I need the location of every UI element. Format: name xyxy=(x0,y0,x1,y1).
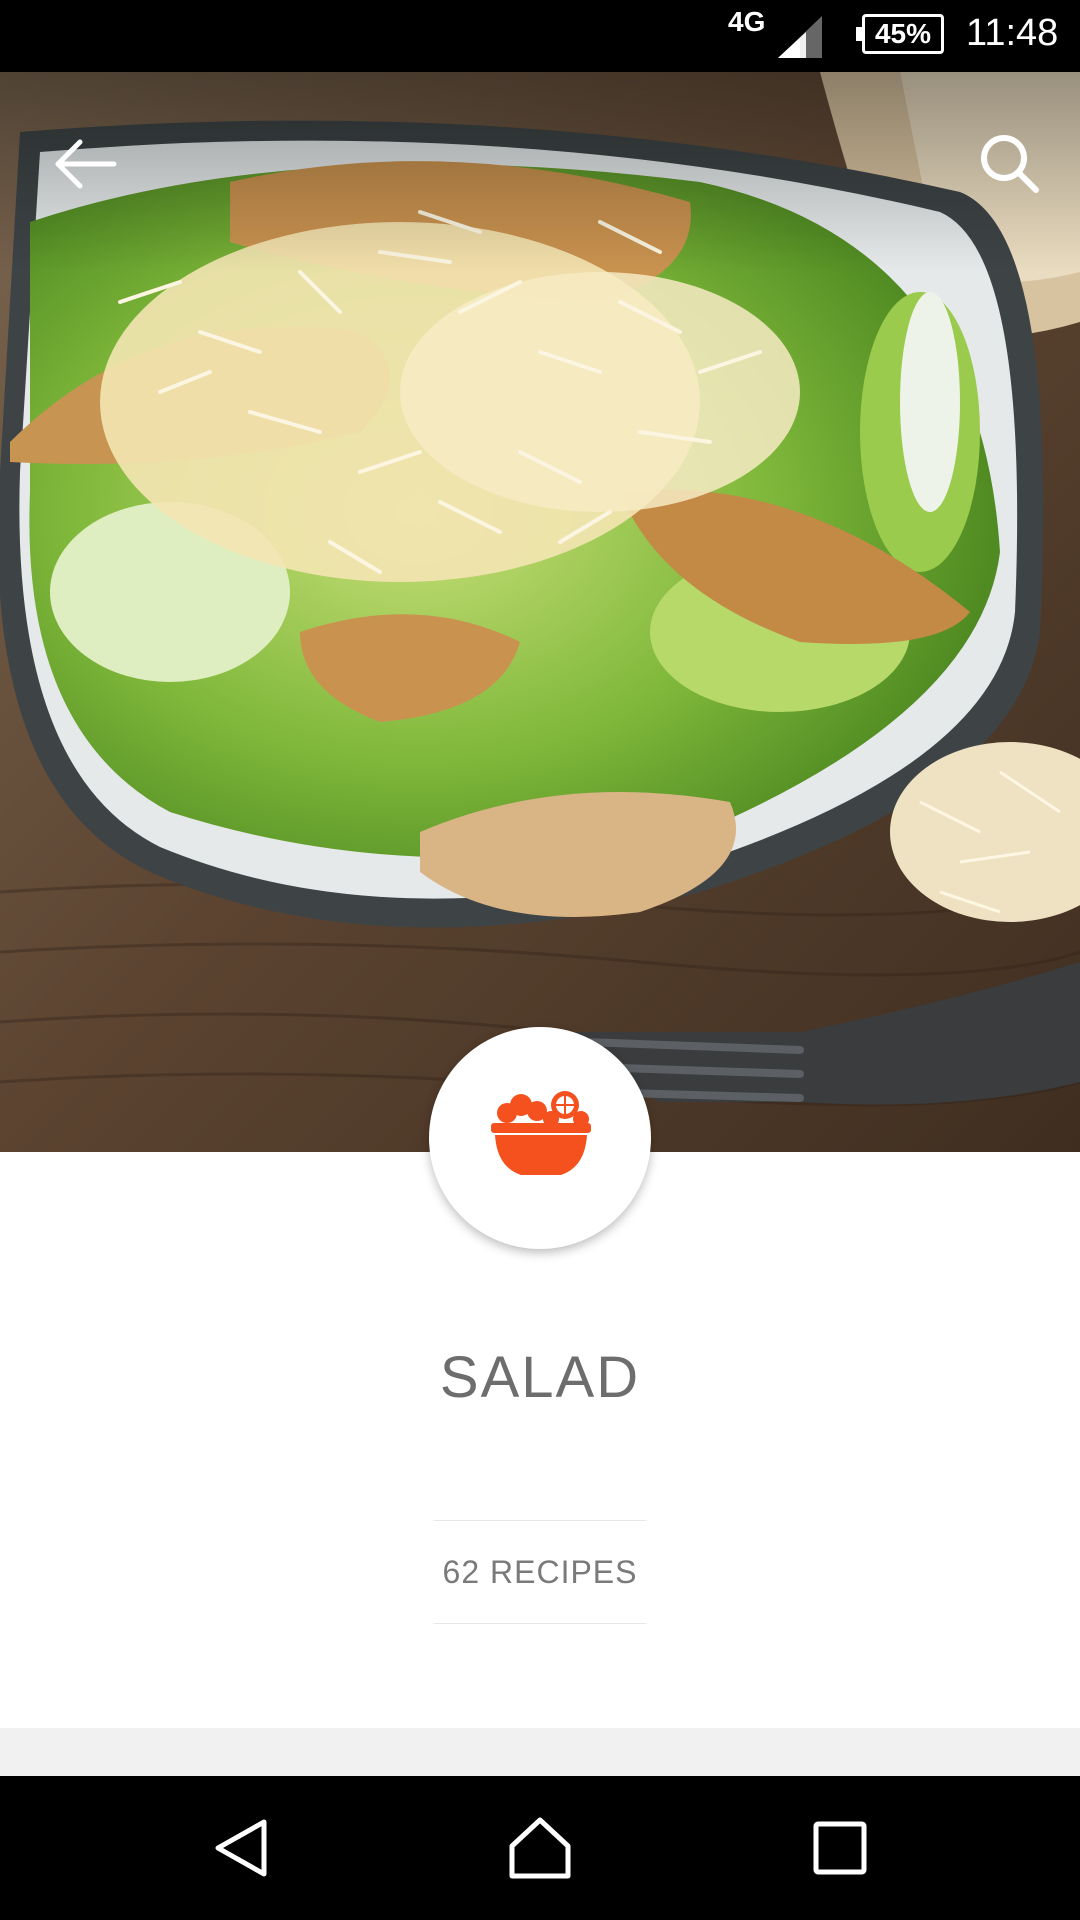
search-button[interactable] xyxy=(968,122,1052,206)
salad-bowl-icon xyxy=(491,1091,591,1175)
category-title: SALAD xyxy=(439,1345,641,1410)
content-divider xyxy=(0,1728,1080,1776)
system-navigation-bar xyxy=(0,1776,1080,1920)
status-bar: 4G 45% 11:48 xyxy=(0,0,1080,72)
salad-photo xyxy=(0,72,1080,1152)
back-button[interactable] xyxy=(42,122,126,206)
network-type: 4G xyxy=(728,6,766,37)
category-badge xyxy=(429,1027,651,1249)
clock: 11:48 xyxy=(966,12,1059,54)
nav-back-icon[interactable] xyxy=(206,1812,278,1884)
recipe-count[interactable]: 62 RECIPES xyxy=(434,1520,646,1624)
hero-image xyxy=(0,72,1080,1152)
nav-recents-icon[interactable] xyxy=(804,1812,876,1884)
nav-home-icon[interactable] xyxy=(504,1812,576,1884)
battery-indicator: 45% xyxy=(856,14,944,54)
signal-icon xyxy=(778,16,822,58)
